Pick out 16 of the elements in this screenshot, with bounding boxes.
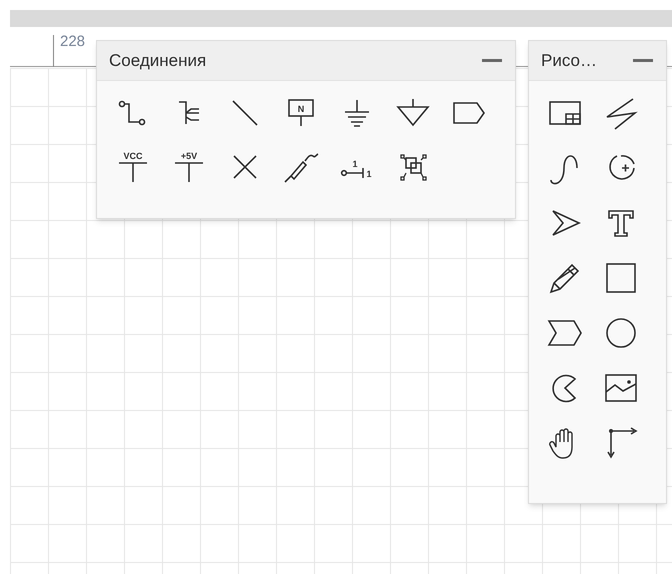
tool-button[interactable]: N bbox=[283, 95, 319, 131]
tool-label: +5V bbox=[180, 151, 198, 161]
tool-button[interactable]: VCC bbox=[115, 149, 151, 185]
rectangle-icon bbox=[603, 260, 639, 296]
tool-label: VCC bbox=[124, 151, 142, 161]
tool-label: N bbox=[298, 104, 304, 114]
panel-title: Соединения bbox=[109, 50, 206, 72]
tool-button[interactable]: +5V bbox=[171, 149, 207, 185]
tool-button[interactable] bbox=[603, 260, 639, 296]
tool-label: 1 bbox=[366, 169, 372, 179]
ruler-label: 228 bbox=[60, 32, 86, 52]
panel-title: Рисо… bbox=[541, 50, 597, 72]
tool-button[interactable]: 1 1 bbox=[339, 149, 375, 185]
circle-icon bbox=[603, 315, 639, 351]
tool-label: 1 bbox=[352, 159, 358, 169]
tool-button[interactable] bbox=[603, 315, 639, 351]
